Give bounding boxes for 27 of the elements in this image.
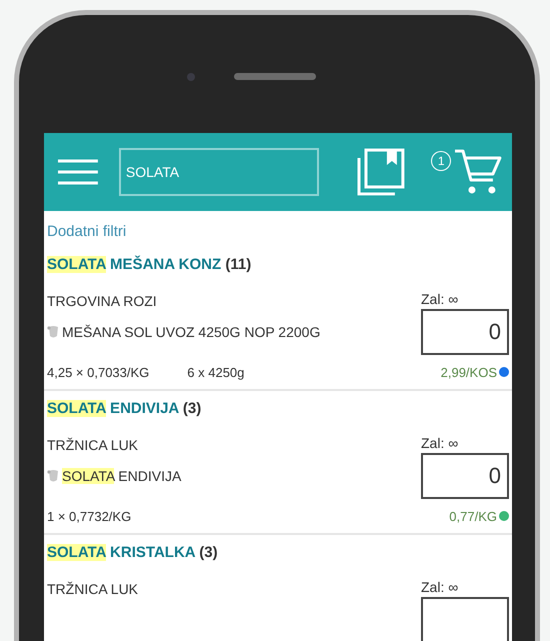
cart-count-badge: 1 xyxy=(431,151,452,171)
store-name: TRŽNICA LUK xyxy=(47,436,140,455)
unit-price: 1 × 0,7732/KG xyxy=(47,508,132,524)
product-title[interactable]: SOLATA MEŠANA KONZ (11) xyxy=(47,255,252,275)
store-name: TRGOVINA ROZI xyxy=(47,292,158,311)
filters-link[interactable]: Dodatni filtri xyxy=(47,223,126,240)
quantity-field[interactable]: 0 xyxy=(421,309,509,355)
pack-size: 6 x 4250g xyxy=(187,364,244,380)
quantity-field[interactable] xyxy=(421,597,509,641)
stock-label: Zal: ∞ xyxy=(421,579,458,597)
store-name: TRŽNICA LUK xyxy=(47,580,138,599)
quantity-field[interactable]: 0 xyxy=(421,453,509,499)
product-description: SOLATA ENDIVIJA xyxy=(62,468,182,484)
price: 2,99/KOS xyxy=(440,364,497,380)
stock-label: Zal: ∞ xyxy=(421,291,458,309)
bookmark-pages-icon[interactable] xyxy=(357,148,406,196)
cart-icon[interactable] xyxy=(453,148,504,196)
item-icon xyxy=(47,469,60,483)
product-title[interactable]: SOLATA KRISTALKA (3) xyxy=(47,543,218,563)
item-icon xyxy=(47,325,60,339)
product-description: MEŠANA SOL UVOZ 4250G NOP 2200G xyxy=(62,324,320,340)
unit-price: 4,25 × 0,7033/KG xyxy=(47,364,150,380)
price: 0,77/KG xyxy=(449,508,497,524)
stock-label: Zal: ∞ xyxy=(421,435,458,453)
menu-icon[interactable] xyxy=(56,159,100,185)
product-title[interactable]: SOLATA ENDIVIJA (3) xyxy=(47,399,202,419)
camera-dot xyxy=(187,73,195,81)
